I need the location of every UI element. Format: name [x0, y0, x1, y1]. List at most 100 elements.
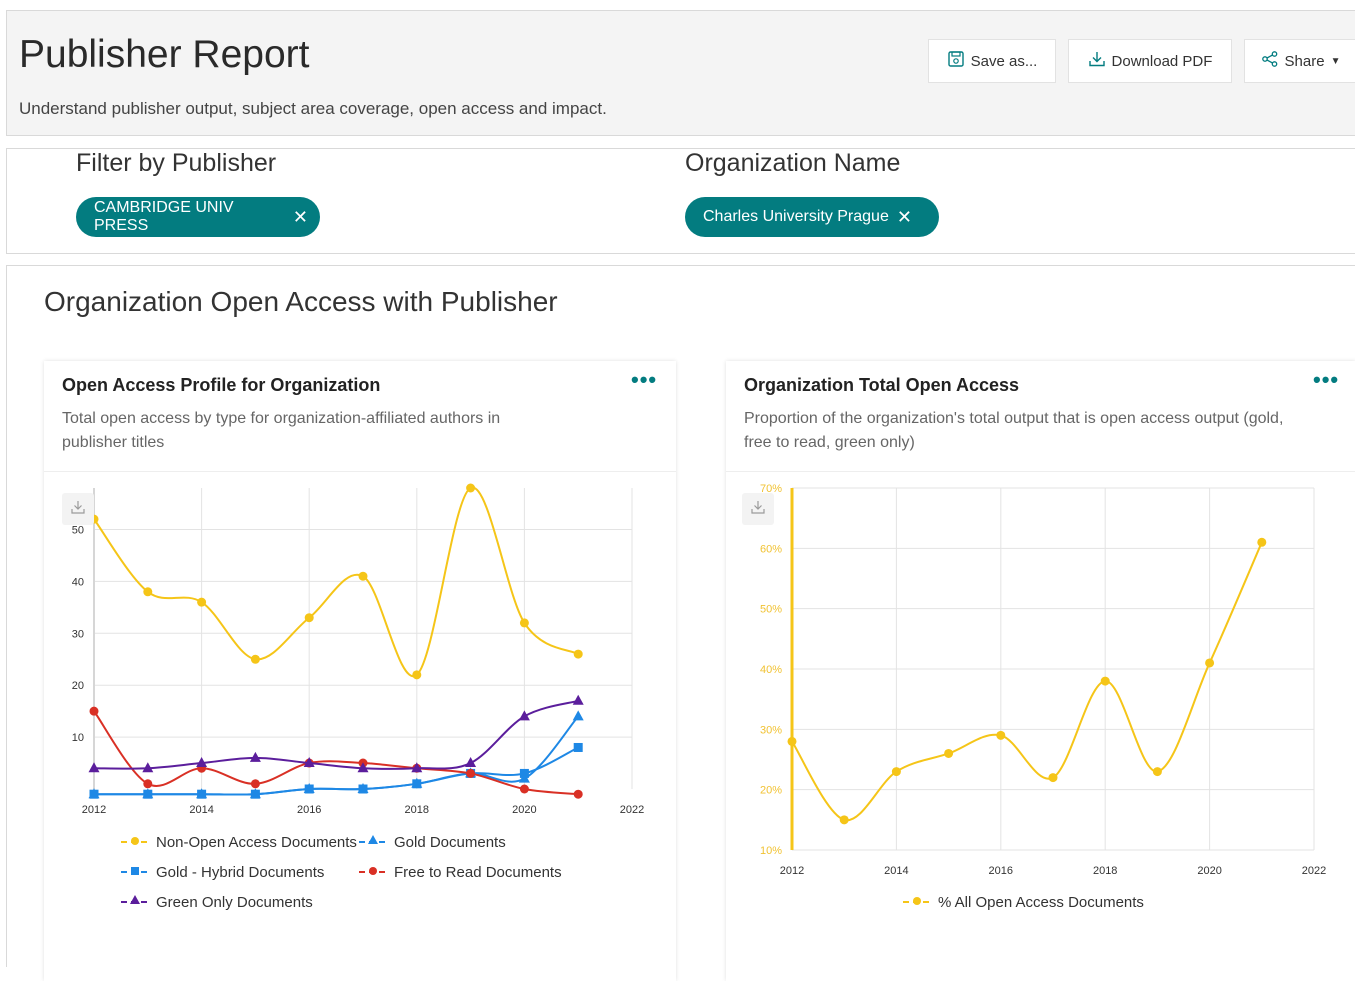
x-tick-label: 2018 — [405, 804, 429, 816]
data-point — [466, 768, 476, 778]
data-point — [573, 649, 583, 659]
data-point — [573, 789, 583, 799]
data-point — [249, 751, 261, 762]
y-tick-label: 10 — [72, 732, 84, 744]
chart-download-icon — [70, 499, 86, 520]
x-tick-label: 2014 — [189, 804, 213, 816]
legend-label: Gold Documents — [394, 833, 506, 851]
remove-organization-icon[interactable]: ✕ — [897, 208, 912, 226]
data-point — [88, 762, 100, 773]
publisher-chip-label: CAMBRIDGE UNIV PRESS — [94, 199, 234, 234]
y-tick-label: 40% — [760, 664, 782, 676]
data-point — [358, 784, 368, 794]
legend-item[interactable]: Gold - Hybrid Documents — [120, 863, 324, 881]
data-point — [519, 768, 529, 778]
data-point — [89, 706, 99, 716]
data-point — [143, 789, 153, 799]
x-tick-label: 2022 — [620, 804, 644, 816]
data-point — [143, 779, 153, 789]
organization-chip-label: Charles University Prague — [703, 208, 889, 225]
data-point — [250, 789, 260, 799]
page-title: Publisher Report — [19, 33, 310, 76]
data-point — [250, 654, 260, 664]
data-point — [250, 779, 260, 789]
data-point — [465, 757, 477, 768]
publisher-filter-chip[interactable]: CAMBRIDGE UNIV PRESS ✕ — [76, 197, 320, 237]
legend-label: Gold - Hybrid Documents — [156, 863, 325, 881]
share-icon — [1261, 50, 1279, 72]
x-tick-label: 2014 — [884, 865, 908, 877]
y-tick-label: 40 — [72, 576, 84, 588]
data-point — [787, 736, 797, 746]
data-point — [143, 587, 153, 597]
data-point — [891, 767, 901, 777]
legend-marker-icon — [120, 863, 150, 881]
x-tick-label: 2016 — [297, 804, 321, 816]
y-tick-label: 50 — [72, 525, 84, 537]
data-point — [358, 571, 368, 581]
x-tick-label: 2018 — [1093, 865, 1117, 877]
page-subtitle: Understand publisher output, subject are… — [19, 99, 607, 118]
data-point — [1205, 658, 1215, 668]
chart-download-icon — [750, 499, 766, 520]
remove-publisher-icon[interactable]: ✕ — [293, 208, 308, 226]
y-tick-label: 30 — [72, 628, 84, 640]
data-point — [1048, 773, 1058, 783]
legend-item[interactable]: Non-Open Access Documents — [120, 833, 357, 851]
chart-download-button[interactable] — [742, 493, 774, 525]
save-icon — [947, 50, 965, 72]
total-open-access-chart: 10%20%30%40%50%60%70%2012 2014 2016 2018 202… — [760, 483, 1326, 877]
page-header: Publisher Report Understand publisher ou… — [6, 10, 1355, 136]
y-tick-label: 60% — [760, 543, 782, 555]
data-point — [573, 742, 583, 752]
data-point — [197, 789, 207, 799]
legend-item[interactable]: Gold Documents — [358, 833, 506, 851]
data-point — [839, 815, 849, 825]
data-point — [1152, 767, 1162, 777]
open-access-section: Organization Open Access with Publisher … — [6, 265, 1355, 981]
download-pdf-label: Download PDF — [1111, 52, 1213, 70]
legend-label: Free to Read Documents — [394, 863, 562, 881]
data-point — [519, 618, 529, 628]
legend-marker-icon — [902, 893, 932, 911]
legend-item[interactable]: Free to Read Documents — [358, 863, 562, 881]
data-point — [412, 779, 422, 789]
series-line — [94, 746, 579, 796]
x-tick-label: 2020 — [512, 804, 536, 816]
data-point — [89, 789, 99, 799]
total-open-access-card: Organization Total Open Access ••• Propo… — [726, 361, 1355, 981]
series-line — [93, 699, 579, 770]
legend-marker-icon — [358, 863, 388, 881]
series-line — [791, 541, 1263, 822]
open-access-profile-card: Open Access Profile for Organization •••… — [44, 361, 676, 981]
legend-label: % All Open Access Documents — [938, 893, 1144, 911]
x-tick-label: 2016 — [989, 865, 1013, 877]
save-as-button[interactable]: Save as... — [928, 39, 1056, 83]
data-point — [466, 483, 476, 493]
publisher-filter-label: Filter by Publisher — [76, 149, 277, 177]
legend-label: Non-Open Access Documents — [156, 833, 357, 851]
data-point — [304, 784, 314, 794]
legend-item[interactable]: % All Open Access Documents — [902, 893, 1144, 911]
download-icon — [1088, 50, 1106, 72]
filter-panel: Filter by Publisher CAMBRIDGE UNIV PRESS… — [6, 148, 1355, 254]
data-point — [519, 784, 529, 794]
section-title: Organization Open Access with Publisher — [44, 286, 558, 317]
x-tick-label: 2022 — [1302, 865, 1326, 877]
share-button[interactable]: Share ▼ — [1244, 39, 1355, 83]
legend-item[interactable]: Green Only Documents — [120, 893, 313, 911]
chart-download-button[interactable] — [62, 493, 94, 525]
legend-marker-icon — [358, 833, 388, 851]
x-tick-label: 2012 — [82, 804, 106, 816]
y-tick-label: 20% — [760, 785, 782, 797]
download-pdf-button[interactable]: Download PDF — [1068, 39, 1232, 83]
data-point — [944, 748, 954, 758]
y-tick-label: 50% — [760, 604, 782, 616]
data-point — [412, 670, 422, 680]
legend-marker-icon — [120, 893, 150, 911]
organization-filter-chip[interactable]: Charles University Prague ✕ — [685, 197, 939, 237]
data-point — [572, 694, 584, 705]
data-point — [572, 710, 584, 721]
legend-label: Green Only Documents — [156, 893, 313, 911]
y-tick-label: 30% — [760, 724, 782, 736]
